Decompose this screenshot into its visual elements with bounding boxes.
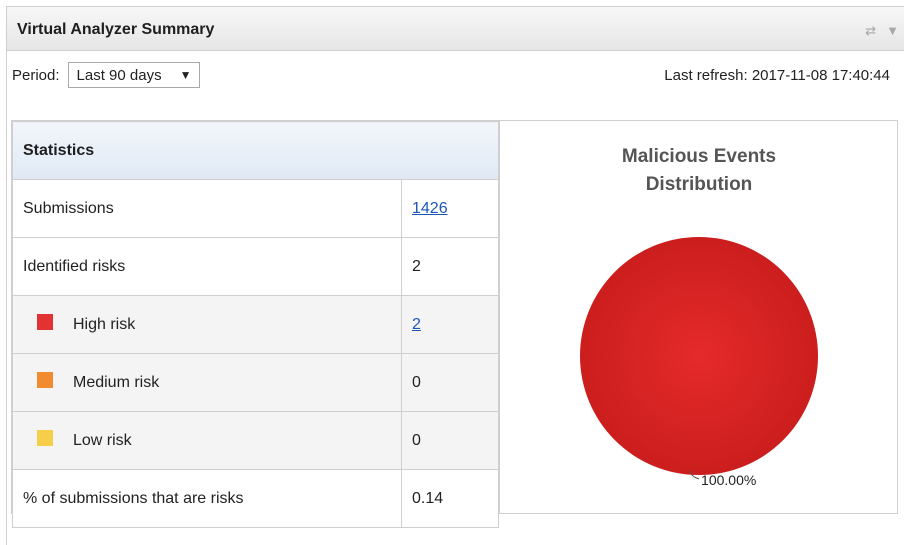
low-risk-swatch (37, 430, 53, 447)
low-risk-label: Low risk (73, 431, 132, 449)
table-row: Low risk 0 (12, 411, 499, 470)
pie-slice[interactable] (580, 237, 818, 475)
submissions-link[interactable]: 1426 (412, 200, 448, 217)
table-row: Submissions 1426 (12, 179, 499, 238)
period-selected-value: Last 90 days (76, 66, 162, 84)
submissions-label: Submissions (12, 179, 402, 238)
medium-risk-value: 0 (401, 353, 499, 412)
widget-titlebar: Virtual Analyzer Summary ⇄ ▼ (7, 7, 904, 51)
titlebar-icons: ⇄ ▼ (865, 23, 899, 39)
statistics-header-row: Statistics (12, 121, 499, 180)
widget-title: Virtual Analyzer Summary (17, 21, 215, 38)
period-label: Period: (12, 66, 60, 84)
dropdown-icon[interactable]: ▼ (886, 23, 899, 39)
risk-percent-label: % of submissions that are risks (12, 469, 402, 528)
low-risk-value: 0 (401, 411, 499, 470)
identified-risks-value: 2 (401, 237, 499, 296)
table-row: % of submissions that are risks 0.14 (12, 469, 499, 528)
period-row: Period: Last 90 days ▼ (12, 62, 201, 88)
table-row: Medium risk 0 (12, 353, 499, 412)
high-risk-label: High risk (73, 315, 136, 333)
refresh-icon[interactable]: ⇄ (865, 23, 876, 39)
statistics-header: Statistics (12, 121, 499, 180)
chevron-down-icon: ▼ (179, 68, 192, 82)
medium-risk-swatch (37, 372, 53, 389)
pie-slice-label: 100.00% (701, 472, 756, 488)
high-risk-swatch (37, 314, 53, 331)
risk-percent-value: 0.14 (401, 469, 499, 528)
pie-chart: 100.00% (580, 237, 818, 488)
statistics-table: Statistics Submissions 1426 Identified r… (12, 121, 499, 528)
summary-panel: Statistics Submissions 1426 Identified r… (11, 120, 898, 528)
table-row: High risk 2 (12, 295, 499, 354)
pie-chart-area: Malicious Events Distribution 100.00% (499, 121, 898, 513)
identified-risks-label: Identified risks (12, 237, 402, 296)
medium-risk-label: Medium risk (73, 373, 160, 391)
last-refresh-text: Last refresh: 2017-11-08 17:40:44 (664, 67, 890, 84)
high-risk-link[interactable]: 2 (412, 316, 421, 333)
table-row: Identified risks 2 (12, 237, 499, 296)
period-select[interactable]: Last 90 days ▼ (67, 62, 201, 88)
